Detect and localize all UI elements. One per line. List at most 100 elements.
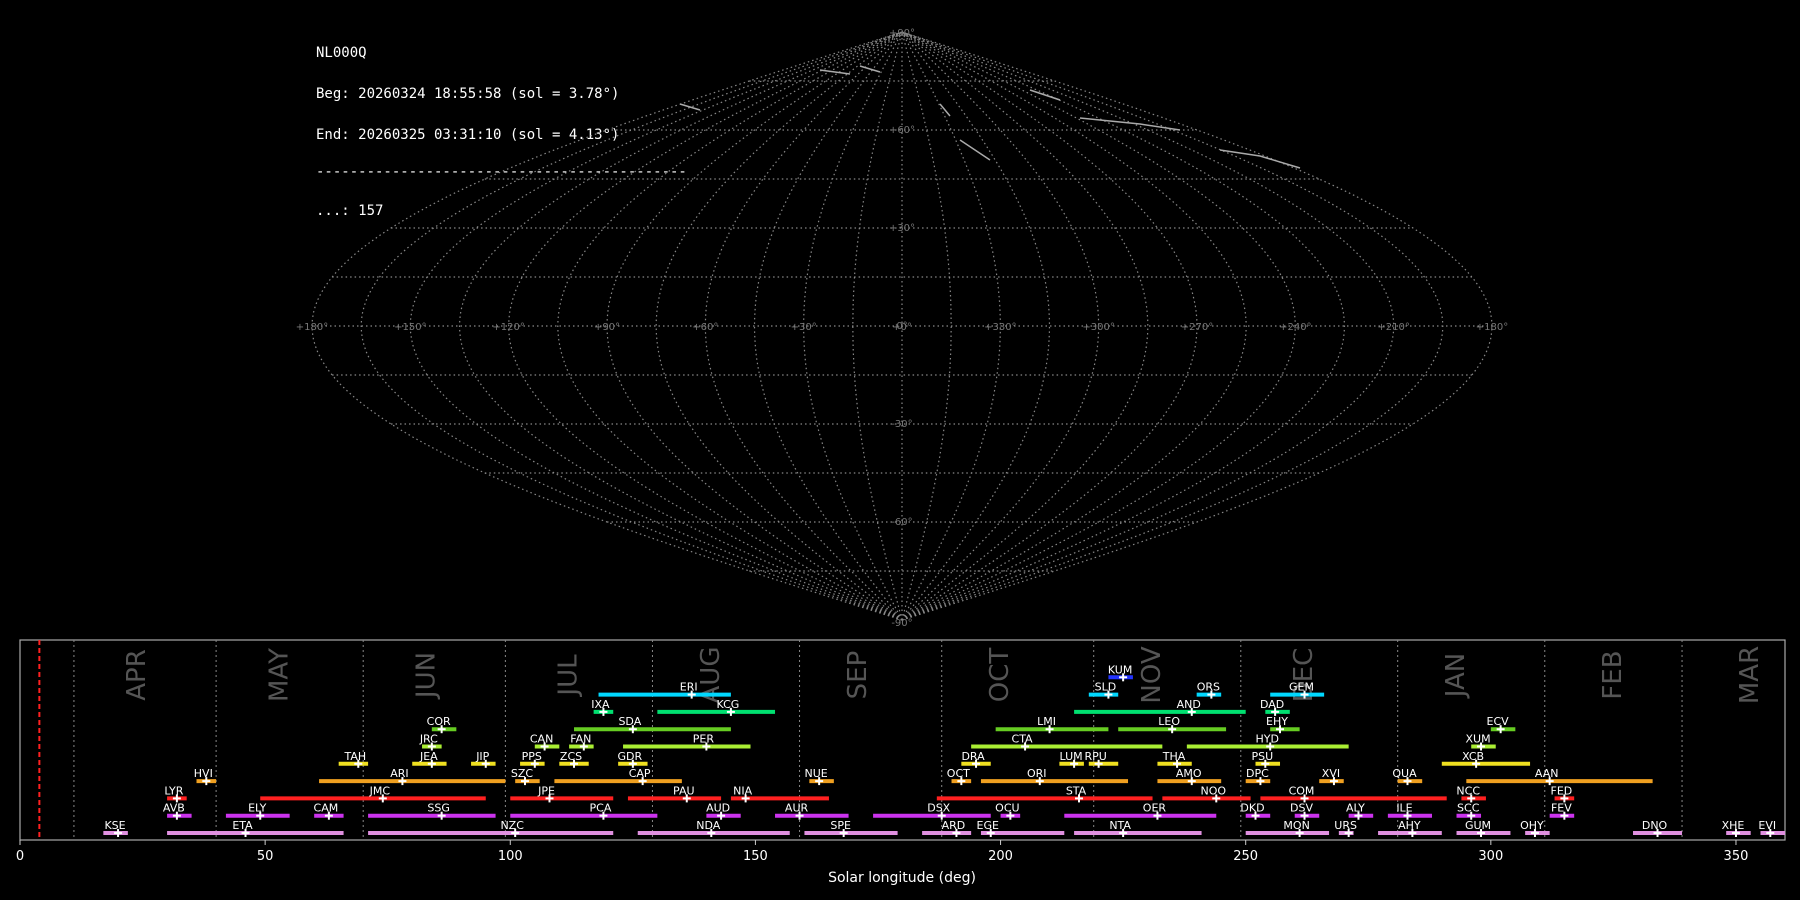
- meridian-line: [458, 31, 903, 621]
- sky-map: +90°+60°+30°0°-30°-60°-90°+180° +150° +120…: [296, 28, 1508, 629]
- shower-label: XUM: [1465, 733, 1490, 746]
- month-label: JUN: [411, 652, 441, 700]
- x-tick-label: 350: [1724, 849, 1749, 864]
- shower-label: AND: [1177, 698, 1201, 711]
- longitude-label: +60°: [692, 322, 718, 333]
- x-tick-label: 200: [988, 849, 1013, 864]
- shower-label: JRC: [419, 733, 438, 746]
- shower-label: PSU: [1251, 750, 1273, 763]
- longitude-label: +0°: [892, 322, 912, 333]
- shower-label: AAN: [1535, 767, 1559, 780]
- shower-label: GEM: [1289, 681, 1314, 694]
- month-label: JUL: [554, 654, 584, 698]
- shower-label: AUD: [706, 802, 730, 815]
- shower-label: JEA: [419, 750, 438, 763]
- shower-fev: FEV: [1549, 802, 1575, 820]
- shower-label: CTA: [1012, 733, 1034, 746]
- month-label: FEB: [1598, 650, 1628, 699]
- x-axis-label: Solar longitude (deg): [828, 870, 976, 886]
- shower-label: ECV: [1487, 715, 1510, 728]
- shower-label: LYR: [164, 784, 183, 797]
- shower-label: DPC: [1246, 767, 1269, 780]
- shower-label: ALY: [1346, 802, 1365, 815]
- shower-label: LUM: [1060, 750, 1083, 763]
- shower-kse: KSE: [103, 819, 128, 837]
- shower-label: XCB: [1462, 750, 1484, 763]
- longitude-label: +240°: [1279, 322, 1311, 333]
- shower-label: ELY: [248, 802, 267, 815]
- longitude-label: +150°: [394, 322, 426, 333]
- shower-label: PAU: [673, 784, 695, 797]
- shower-label: HVI: [194, 767, 213, 780]
- shower-label: JPE: [537, 784, 555, 797]
- shower-label: OCU: [995, 802, 1019, 815]
- longitude-label: +270°: [1181, 322, 1213, 333]
- shower-label: DSV: [1290, 802, 1313, 815]
- shower-label: SSG: [427, 802, 450, 815]
- shower-label: CAM: [314, 802, 339, 815]
- shower-label: JIP: [475, 750, 489, 763]
- month-label: MAY: [264, 648, 294, 702]
- shower-pps: PPS: [520, 750, 545, 768]
- shower-label: CAP: [629, 767, 651, 780]
- meteor-trail: [859, 65, 881, 73]
- shower-label: NCC: [1456, 784, 1480, 797]
- shower-label: DRA: [961, 750, 985, 763]
- shower-hvi: HVI: [194, 767, 217, 786]
- shower-label: DNO: [1642, 819, 1668, 832]
- shower-label: COM: [1289, 784, 1315, 797]
- x-tick-label: 50: [257, 849, 274, 864]
- meteor-trail: [1029, 89, 1061, 101]
- meteor-trail: [959, 139, 991, 161]
- longitude-label: +330°: [984, 322, 1016, 333]
- shower-lum: LUM: [1059, 750, 1084, 768]
- longitude-label: +30°: [791, 322, 817, 333]
- shower-label: LEO: [1158, 715, 1180, 728]
- shower-label: ARI: [390, 767, 408, 780]
- latitude-label: +90°: [889, 28, 915, 39]
- shower-label: SDA: [618, 715, 641, 728]
- shower-label: AVB: [163, 802, 185, 815]
- shower-label: SLD: [1095, 681, 1117, 694]
- shower-label: GDR: [618, 750, 643, 763]
- longitude-label: +120°: [492, 322, 524, 333]
- shower-label: PCA: [590, 802, 612, 815]
- shower-label: SCC: [1457, 802, 1480, 815]
- shower-label: AHY: [1398, 819, 1421, 832]
- shower-label: GUM: [1465, 819, 1491, 832]
- shower-label: NOO: [1201, 784, 1227, 797]
- month-label: NOV: [1137, 646, 1167, 703]
- shower-label: AMO: [1176, 767, 1202, 780]
- longitude-label: +180°: [1476, 322, 1508, 333]
- shower-label: JMC: [369, 784, 391, 797]
- shower-label: NIA: [733, 784, 752, 797]
- shower-kum: KUM: [1108, 663, 1133, 682]
- latitude-label: -60°: [891, 517, 912, 528]
- longitude-label: +210°: [1377, 322, 1409, 333]
- shower-label: NZC: [500, 819, 524, 832]
- shower-label: IXA: [591, 698, 610, 711]
- shower-label: OER: [1143, 802, 1167, 815]
- shower-label: KSE: [104, 819, 125, 832]
- meteor-trail: [939, 103, 951, 117]
- shower-label: CAN: [530, 733, 553, 746]
- shower-label: NUE: [805, 767, 828, 780]
- longitude-label: +90°: [594, 322, 620, 333]
- month-label: APR: [122, 649, 152, 701]
- shower-label: ORS: [1197, 681, 1220, 694]
- shower-label: DAD: [1260, 698, 1284, 711]
- shower-label: LMI: [1037, 715, 1056, 728]
- shower-label: ARD: [942, 819, 966, 832]
- shower-label: TAH: [343, 750, 366, 763]
- shower-label: KUM: [1108, 663, 1132, 676]
- shower-label: ILE: [1396, 802, 1412, 815]
- shower-label: AUR: [785, 802, 809, 815]
- shower-label: KCG: [716, 698, 739, 711]
- shower-label: OHY: [1520, 819, 1544, 832]
- shower-label: STA: [1066, 784, 1087, 797]
- month-label: MAR: [1735, 646, 1765, 704]
- shower-label: EHY: [1266, 715, 1288, 728]
- x-tick-label: 150: [743, 849, 768, 864]
- month-label: OCT: [985, 648, 1015, 703]
- x-tick-label: 100: [498, 849, 523, 864]
